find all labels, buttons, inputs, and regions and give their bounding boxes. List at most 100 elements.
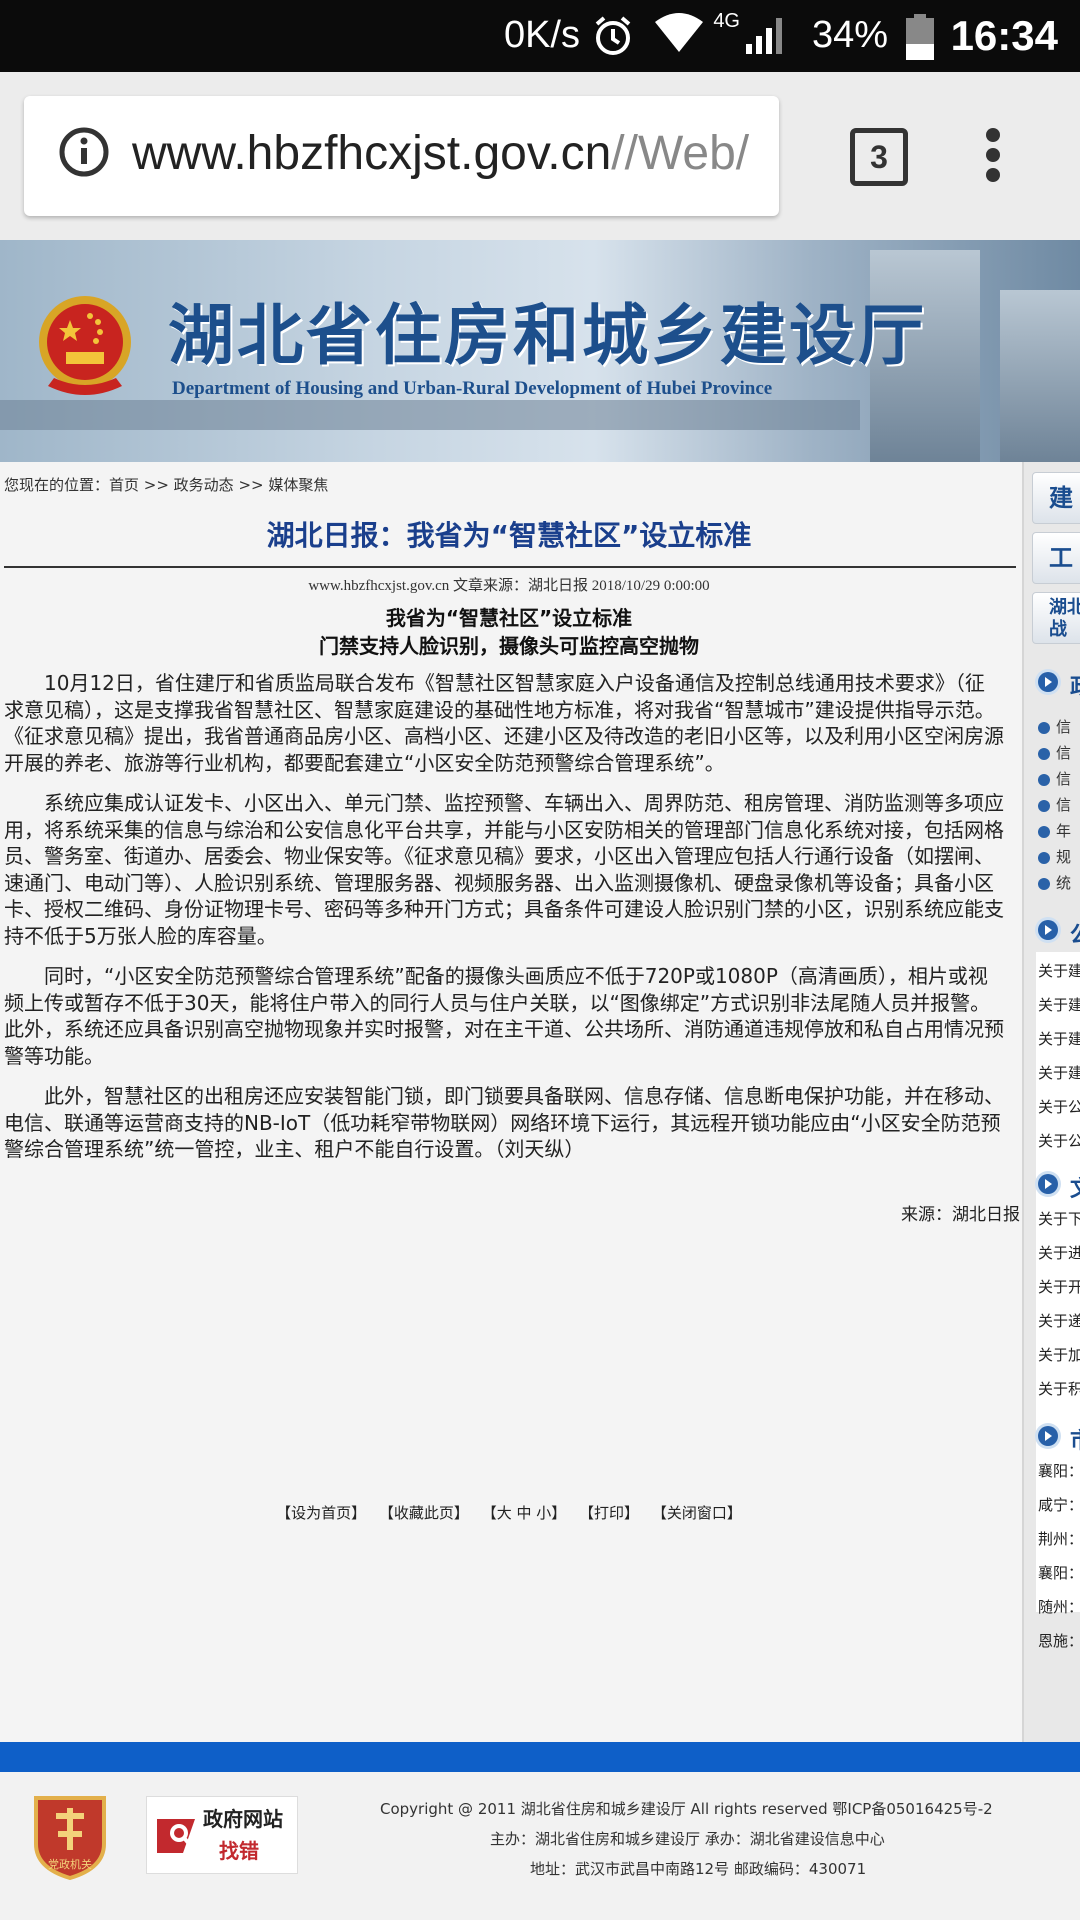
- sidebar-link[interactable]: 关于加: [1038, 1344, 1080, 1365]
- paragraph: 系统应集成认证发卡、小区出入、单元门禁、监控预警、车辆出入、周界防范、租房管理、…: [4, 791, 1004, 948]
- item-label: 统: [1056, 874, 1072, 892]
- bullet-icon: [1038, 747, 1050, 760]
- address-bar[interactable]: www.hbzfhcxjst.gov.cn//Web/: [24, 96, 779, 216]
- section-label: 公: [1070, 917, 1080, 949]
- item-label: 年: [1056, 822, 1072, 840]
- bullet-icon: [1038, 877, 1050, 890]
- sidebar-list-item[interactable]: 信: [1038, 768, 1080, 790]
- sidebar-list-item[interactable]: 信: [1038, 716, 1080, 738]
- sidebar-list-item[interactable]: 规: [1038, 846, 1080, 868]
- magnifier-icon: [155, 1813, 199, 1857]
- bullet-icon: [1038, 773, 1050, 786]
- font-size-link[interactable]: 【大 中 小】: [482, 1504, 567, 1522]
- battery-icon: [906, 14, 934, 60]
- national-emblem-icon: [28, 290, 143, 405]
- building-graphic-2: [1000, 290, 1080, 462]
- arrow-circle-icon: [1038, 672, 1058, 692]
- sidebar-link[interactable]: 关于下: [1038, 1208, 1080, 1229]
- right-sidebar: 建 工 湖北战 政 信 信 信 信 年 规 统 公 关于建 关于建 关于建 关于…: [1024, 462, 1080, 1742]
- bullet-icon: [1038, 799, 1050, 812]
- sidebar-link[interactable]: 关于公: [1038, 1096, 1080, 1117]
- sidebar-list-item[interactable]: 信: [1038, 742, 1080, 764]
- sidebar-link[interactable]: 恩施：: [1038, 1630, 1080, 1651]
- sidebar-link[interactable]: 咸宁：: [1038, 1494, 1080, 1515]
- sidebar-link[interactable]: 襄阳：: [1038, 1562, 1080, 1583]
- site-title: 湖北省住房和城乡建设厅: [168, 296, 927, 374]
- paragraph: 此外，智慧社区的出租房还应安装智能门锁，即门锁要具备联网、信息存储、信息断电保护…: [4, 1084, 1004, 1161]
- sidebar-link[interactable]: 关于积: [1038, 1378, 1080, 1399]
- page-tools: 【设为首页】 【收藏此页】 【大 中 小】 【打印】 【关闭窗口】: [0, 1502, 1018, 1523]
- item-label: 信: [1056, 770, 1072, 788]
- arrow-circle-icon: [1038, 1426, 1058, 1446]
- bullet-icon: [1038, 825, 1050, 838]
- article-body: 10月12日，省住建厅和省质监局联合发布《智慧社区智慧家庭入户设备通信及控制总线…: [4, 670, 1004, 1177]
- sidebar-list-item[interactable]: 年: [1038, 820, 1080, 842]
- article-area: 您现在的位置：首页 >> 政务动态 >> 媒体聚焦 湖北日报：我省为“智慧社区”…: [0, 462, 1024, 1742]
- paragraph: 同时，“小区安全防范预警综合管理系统”配备的摄像头画质应不低于720P或1080…: [4, 964, 1004, 1068]
- sidebar-link[interactable]: 关于递: [1038, 1310, 1080, 1331]
- sidebar-link[interactable]: 随州：: [1038, 1596, 1080, 1617]
- sidebar-link[interactable]: 关于进: [1038, 1242, 1080, 1263]
- bullet-icon: [1038, 851, 1050, 864]
- sidebar-button-1[interactable]: 建: [1032, 472, 1080, 524]
- gov-site-error-report-button[interactable]: 政府网站 找错: [146, 1796, 298, 1874]
- status-bar: 0K/s 4G 34% 16:34: [0, 0, 1080, 72]
- sidebar-list-item[interactable]: 信: [1038, 794, 1080, 816]
- set-homepage-link[interactable]: 【设为首页】: [276, 1504, 366, 1522]
- sidebar-button-3-line2: 战: [1049, 619, 1067, 640]
- url-path: //Web/: [611, 127, 750, 180]
- article-headline: 我省为“智慧社区”设立标准: [385, 606, 633, 630]
- print-link[interactable]: 【打印】: [579, 1504, 639, 1522]
- tab-switcher-button[interactable]: 3: [850, 128, 908, 186]
- info-icon[interactable]: [58, 126, 109, 177]
- item-label: 信: [1056, 796, 1072, 814]
- sidebar-section-header: 文: [1032, 1168, 1080, 1202]
- sidebar-link[interactable]: 关于建: [1038, 960, 1080, 981]
- gov-find-sublabel: 找错: [219, 1839, 259, 1863]
- signal-icon: [744, 16, 784, 66]
- bullet-icon: [1038, 721, 1050, 734]
- sidebar-link[interactable]: 荆州：: [1038, 1528, 1080, 1549]
- article-title: 湖北日报：我省为“智慧社区”设立标准: [266, 519, 752, 552]
- arrow-circle-icon: [1038, 920, 1058, 940]
- url-text[interactable]: www.hbzfhcxjst.gov.cn//Web/: [132, 126, 772, 181]
- clock: 16:34: [950, 12, 1058, 59]
- sidebar-link[interactable]: 关于建: [1038, 1028, 1080, 1049]
- overflow-menu-icon[interactable]: [986, 128, 1002, 188]
- site-banner: 湖北省住房和城乡建设厅 Department of Housing and Ur…: [0, 240, 1080, 462]
- url-host: www.hbzfhcxjst.gov.cn: [132, 127, 612, 180]
- sidebar-link[interactable]: 关于建: [1038, 994, 1080, 1015]
- sidebar-link[interactable]: 襄阳：: [1038, 1460, 1080, 1481]
- footer-stripe: [0, 1742, 1080, 1772]
- paragraph: 10月12日，省住建厅和省质监局联合发布《智慧社区智慧家庭入户设备通信及控制总线…: [4, 671, 1004, 775]
- badge-label: 党政机关: [48, 1857, 92, 1871]
- sidebar-section-header: 政: [1032, 666, 1080, 700]
- title-divider: [4, 566, 1016, 568]
- section-label: 文: [1070, 1171, 1080, 1203]
- copyright-text: Copyright @ 2011 湖北省住房和城乡建设厅 All rights …: [380, 1800, 993, 1818]
- sidebar-link[interactable]: 关于公: [1038, 1130, 1080, 1151]
- sidebar-button-2[interactable]: 工: [1032, 532, 1080, 584]
- page-footer: 党政机关 政府网站 找错 Copyright @ 2011 湖北省住房和城乡建设…: [0, 1772, 1080, 1920]
- party-gov-badge-icon[interactable]: 党政机关: [30, 1794, 110, 1881]
- sidebar-list-item[interactable]: 统: [1038, 872, 1080, 894]
- browser-toolbar: www.hbzfhcxjst.gov.cn//Web/ 3: [0, 72, 1080, 242]
- wifi-icon: [653, 12, 705, 64]
- sidebar-button-3-line1: 湖北: [1049, 597, 1080, 618]
- section-label: 市: [1070, 1423, 1080, 1455]
- sidebar-section-header: 市: [1032, 1420, 1080, 1454]
- close-window-link[interactable]: 【关闭窗口】: [652, 1504, 742, 1522]
- sidebar-link[interactable]: 关于建: [1038, 1062, 1080, 1083]
- sidebar-button-3[interactable]: 湖北战: [1032, 592, 1080, 644]
- site-subtitle: Department of Housing and Urban-Rural De…: [172, 378, 773, 399]
- address-text: 地址：武汉市武昌中南路12号 邮政编码：430071: [530, 1860, 867, 1878]
- breadcrumb[interactable]: 您现在的位置：首页 >> 政务动态 >> 媒体聚焦: [4, 474, 328, 495]
- sidebar-link[interactable]: 关于开: [1038, 1276, 1080, 1297]
- article-meta: www.hbzfhcxjst.gov.cn 文章来源：湖北日报 2018/10/…: [308, 578, 710, 594]
- bookmark-link[interactable]: 【收藏此页】: [379, 1504, 469, 1522]
- article-source: 来源：湖北日报: [901, 1205, 1020, 1225]
- battery-percent: 34%: [811, 14, 888, 56]
- sidebar-section-header: 公: [1032, 914, 1080, 948]
- gov-find-label: 政府网站: [203, 1807, 283, 1831]
- item-label: 规: [1056, 848, 1072, 866]
